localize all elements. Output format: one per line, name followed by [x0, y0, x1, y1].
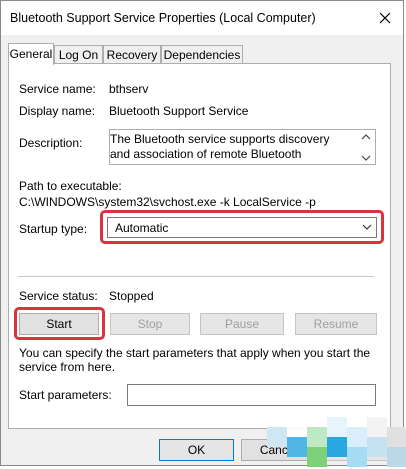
- stop-button[interactable]: Stop: [110, 313, 190, 335]
- description-text: The Bluetooth service supports discovery…: [110, 132, 330, 164]
- display-name-label: Display name:: [19, 104, 96, 118]
- path-label: Path to executable:: [19, 179, 122, 193]
- title-bar: Bluetooth Support Service Properties (Lo…: [1, 1, 403, 35]
- service-name-label: Service name:: [19, 82, 96, 96]
- mosaic-overlay: [259, 409, 406, 469]
- ok-button[interactable]: OK: [159, 439, 234, 461]
- start-button-highlight: [14, 307, 105, 340]
- close-button[interactable]: [371, 5, 399, 31]
- pause-button[interactable]: Pause: [200, 313, 284, 335]
- window-title: Bluetooth Support Service Properties (Lo…: [10, 11, 316, 25]
- tab-dependencies[interactable]: Dependencies: [161, 45, 243, 64]
- service-name-value: bthserv: [109, 82, 149, 96]
- description-textbox[interactable]: The Bluetooth service supports discovery…: [109, 129, 376, 165]
- close-icon: [379, 12, 391, 24]
- general-tab-panel: Service name: bthserv Display name: Blue…: [8, 63, 391, 429]
- path-value: C:\WINDOWS\system32\svchost.exe -k Local…: [19, 195, 316, 209]
- service-status-value: Stopped: [109, 289, 154, 303]
- startup-type-label: Startup type:: [19, 222, 88, 236]
- display-name-value: Bluetooth Support Service: [109, 104, 249, 118]
- tab-recovery[interactable]: Recovery: [103, 45, 161, 64]
- startup-type-highlight: [100, 210, 384, 244]
- start-parameters-label: Start parameters:: [19, 388, 112, 402]
- description-label: Description:: [19, 136, 83, 150]
- tab-general[interactable]: General: [8, 43, 54, 65]
- properties-dialog: Bluetooth Support Service Properties (Lo…: [0, 0, 406, 469]
- scroll-up-icon[interactable]: [361, 134, 371, 140]
- resume-button[interactable]: Resume: [295, 313, 377, 335]
- start-parameters-input[interactable]: [127, 384, 376, 406]
- service-status-label: Service status:: [19, 289, 98, 303]
- separator: [18, 276, 374, 277]
- tab-log-on[interactable]: Log On: [54, 45, 103, 64]
- scroll-down-icon[interactable]: [361, 155, 371, 161]
- description-scrollbar[interactable]: [357, 130, 375, 164]
- start-parameters-hint: You can specify the start parameters tha…: [19, 346, 371, 374]
